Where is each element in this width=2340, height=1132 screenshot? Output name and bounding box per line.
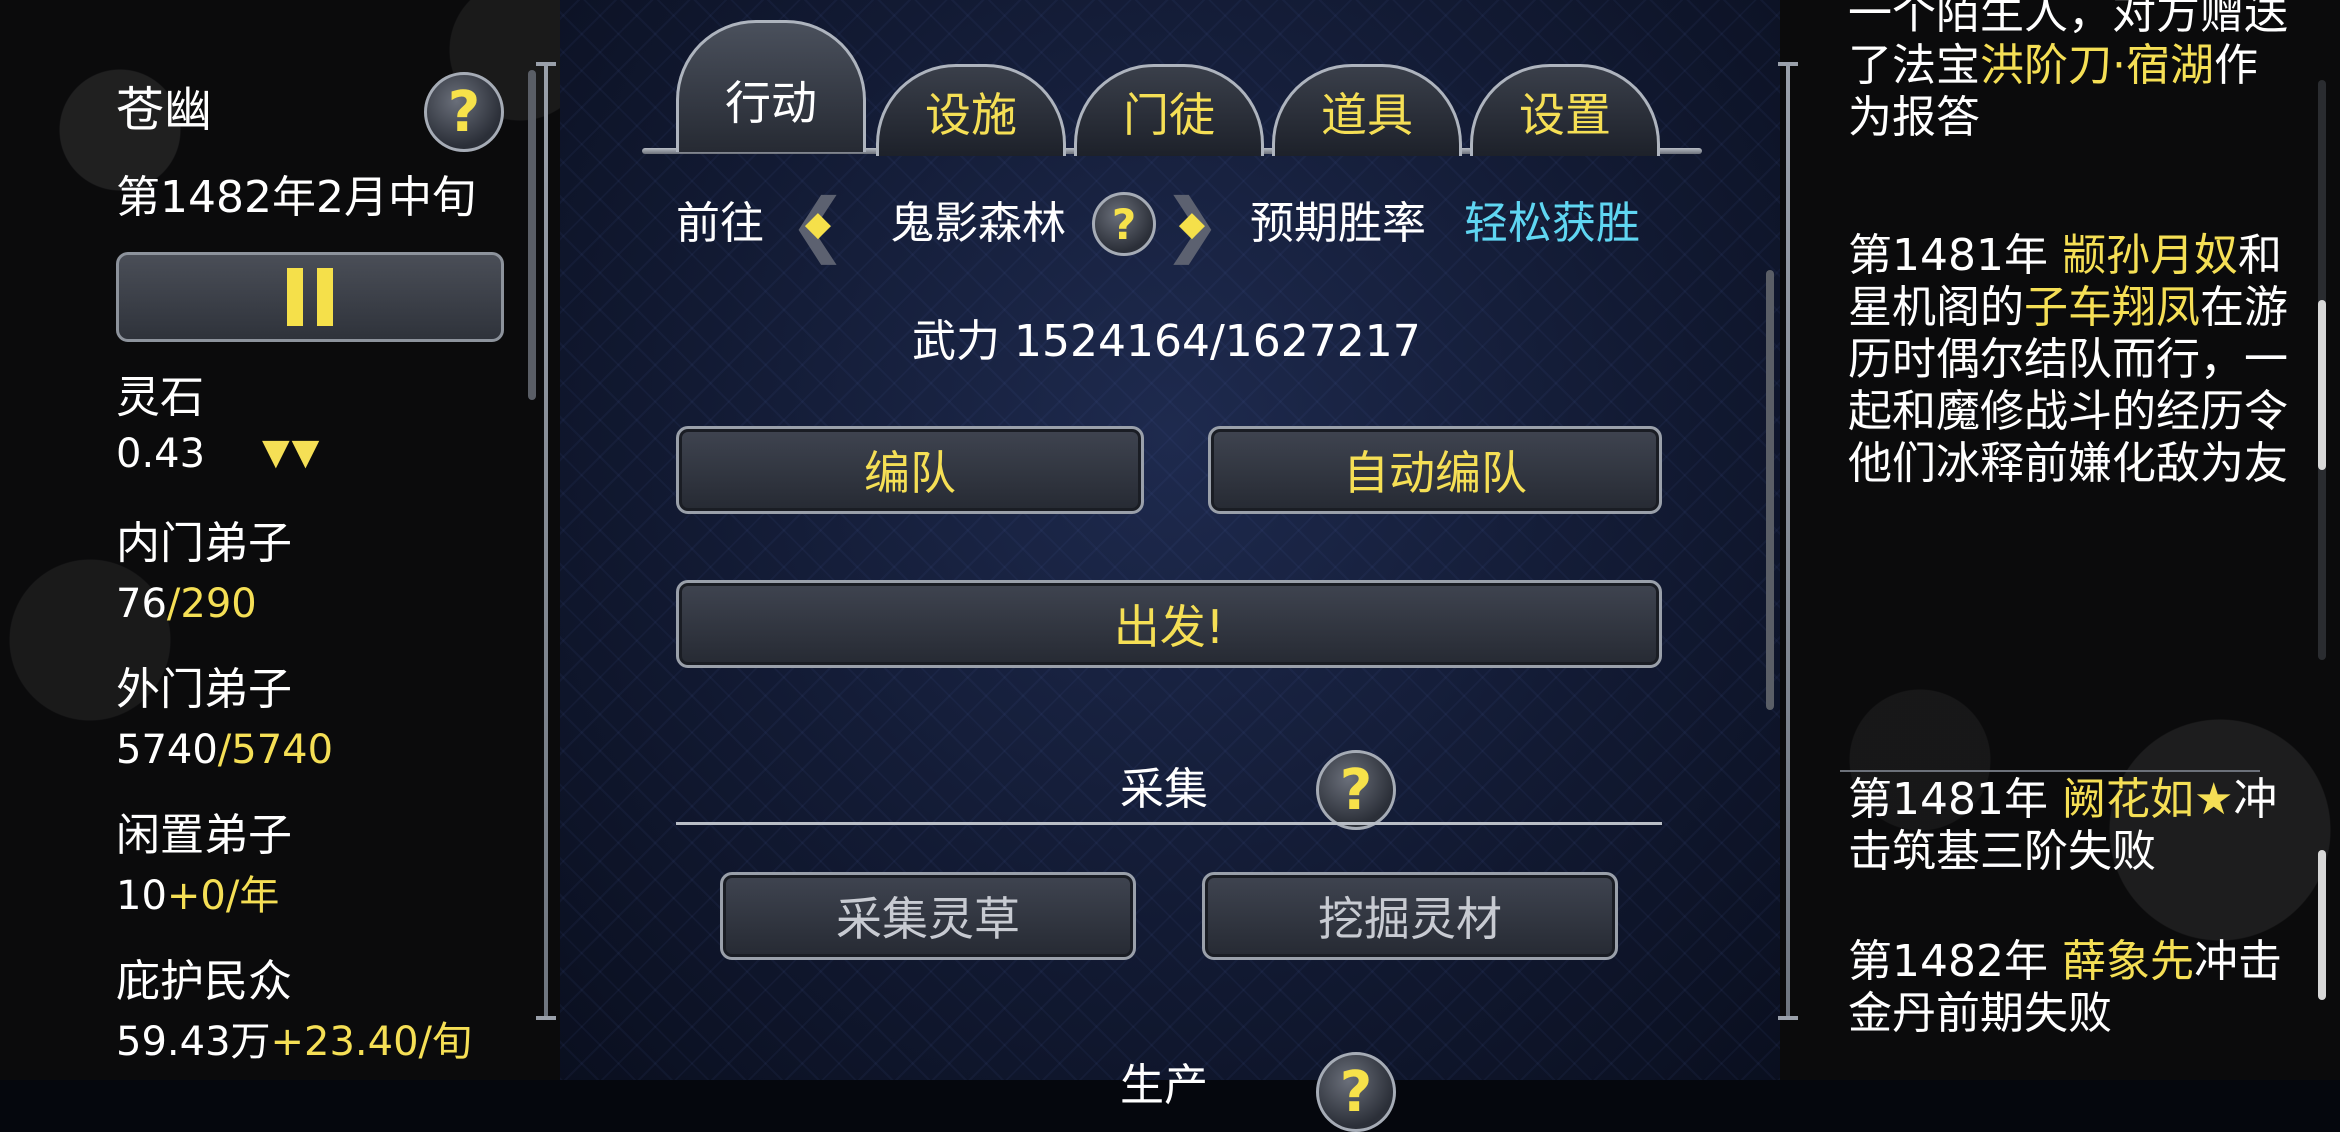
decrease-trend-icon: ▼▼: [262, 432, 322, 473]
current-date: 第1482年2月中旬: [116, 172, 476, 223]
log-entry: 第1481年 阙花如★冲击筑基三阶失败: [1848, 774, 2278, 877]
sect-name: 苍幽: [116, 82, 213, 138]
log-scroll-thumb[interactable]: [2318, 300, 2326, 470]
formation-button[interactable]: 编队: [676, 426, 1144, 514]
diamond-right-icon: ◆: [1178, 204, 1206, 244]
protected-people-value: 59.43万+23.40/旬: [116, 1019, 473, 1065]
production-help-icon[interactable]: ?: [1316, 1052, 1396, 1132]
event-log-panel: [1780, 0, 2340, 1080]
pause-icon: [287, 268, 303, 326]
power-row: 武力 1524164/1627217: [912, 316, 1421, 367]
spirit-stone-value: 0.43: [116, 431, 206, 477]
next-location-button[interactable]: ❯ ◆: [1162, 183, 1222, 265]
depart-button[interactable]: 出发!: [676, 580, 1662, 668]
protected-people-label: 庇护民众: [116, 956, 292, 1007]
inner-disciples-label: 内门弟子: [116, 518, 292, 569]
goto-label: 前往: [676, 198, 764, 249]
production-title: 生产: [1120, 1060, 1208, 1111]
left-divider: [536, 62, 556, 1020]
win-rate-value: 轻松获胜: [1464, 198, 1640, 249]
diamond-left-icon: ◆: [804, 204, 832, 244]
spirit-stone-label: 灵石: [116, 372, 204, 423]
log-entry: 第1482年 薛象先冲击金丹前期失败: [1848, 936, 2282, 1039]
idle-disciples-value: 10+0/年: [116, 873, 280, 919]
idle-disciples-label: 闲置弟子: [116, 810, 292, 861]
gather-herbs-button[interactable]: 采集灵草: [720, 872, 1136, 960]
gather-title: 采集: [1120, 764, 1208, 815]
dig-materials-button[interactable]: 挖掘灵材: [1202, 872, 1618, 960]
win-rate-label: 预期胜率: [1250, 198, 1426, 249]
center-scrollbar[interactable]: [1766, 270, 1774, 710]
gather-help-icon[interactable]: ?: [1316, 750, 1396, 830]
right-divider: [1778, 62, 1798, 1020]
log-separator: [1840, 770, 2260, 772]
auto-formation-button[interactable]: 自动编队: [1208, 426, 1662, 514]
help-icon[interactable]: ?: [424, 72, 504, 152]
outer-disciples-value: 5740/5740: [116, 727, 334, 773]
pause-button[interactable]: [116, 252, 504, 342]
location-name: 鬼影森林: [890, 198, 1066, 249]
log-entry: 第1481年 颛孙月奴和星机阁的子车翔凤在游历时偶尔结队而行，一起和魔修战斗的经…: [1848, 230, 2288, 489]
location-help-icon[interactable]: ?: [1092, 192, 1156, 256]
gather-divider: [676, 822, 1662, 825]
tab-action[interactable]: 行动: [676, 20, 866, 152]
left-scrollbar[interactable]: [528, 70, 536, 400]
outer-disciples-label: 外门弟子: [116, 664, 292, 715]
inner-disciples-value: 76/290: [116, 581, 257, 627]
log-entry: 一个陌生人，对方赠送了法宝洪阶刀·宿湖作为报答: [1848, 0, 2288, 143]
log-scroll-thumb-secondary[interactable]: [2318, 850, 2326, 1000]
prev-location-button[interactable]: ❮ ◆: [788, 183, 848, 265]
